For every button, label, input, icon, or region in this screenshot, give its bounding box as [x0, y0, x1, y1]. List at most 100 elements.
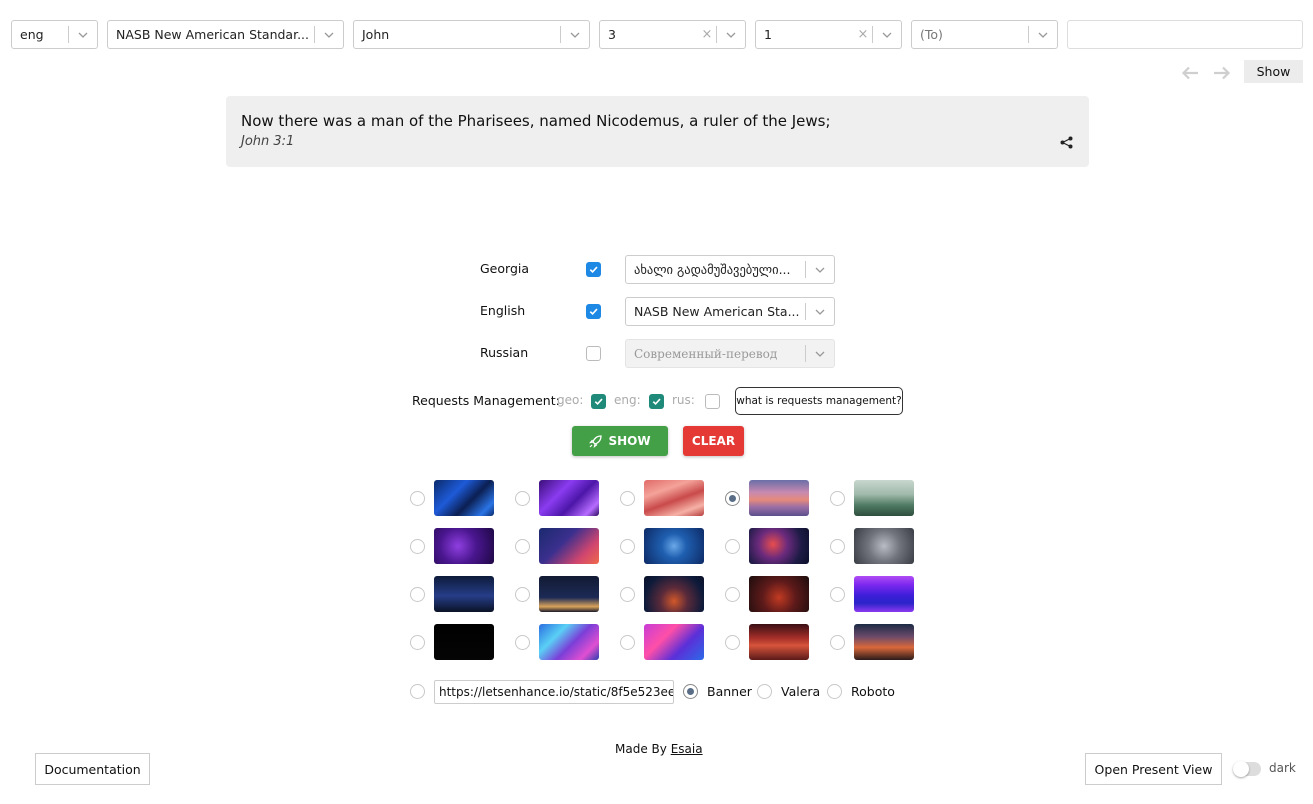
georgia-translation-value: ახალი გადამუშავებული... — [634, 262, 791, 277]
chevron-down-icon[interactable] — [561, 21, 589, 48]
geo-request-checkbox[interactable] — [591, 394, 606, 409]
chevron-down-icon[interactable] — [315, 21, 343, 48]
background-thumbnail[interactable] — [539, 624, 599, 660]
chevron-down-icon[interactable] — [806, 256, 834, 283]
chapter-value: 3 — [608, 27, 616, 42]
background-radio[interactable] — [410, 539, 425, 554]
background-thumbnail[interactable] — [749, 480, 809, 516]
background-thumbnail[interactable] — [539, 480, 599, 516]
show-button[interactable]: Show — [1244, 60, 1303, 83]
verse-select[interactable]: 1 × — [755, 20, 902, 49]
language-label-russian: Russian — [480, 345, 529, 360]
show-verses-button[interactable]: SHOW — [572, 426, 668, 456]
background-thumbnail[interactable] — [434, 624, 494, 660]
clear-button[interactable]: CLEAR — [683, 426, 744, 456]
english-translation-select[interactable]: NASB New American Sta... — [625, 297, 835, 326]
background-radio[interactable] — [515, 587, 530, 602]
background-thumbnail[interactable] — [749, 528, 809, 564]
chevron-down-icon[interactable] — [873, 21, 901, 48]
background-radio[interactable] — [725, 635, 740, 650]
background-thumbnail[interactable] — [854, 528, 914, 564]
author-link[interactable]: Esaia — [671, 742, 703, 756]
font-radio-banner[interactable] — [683, 684, 698, 699]
background-radio[interactable] — [515, 539, 530, 554]
font-radio-roboto[interactable] — [827, 684, 842, 699]
custom-background-radio[interactable] — [410, 684, 425, 699]
background-thumbnail[interactable] — [854, 624, 914, 660]
to-verse-select[interactable]: (To) — [911, 20, 1058, 49]
verse-range-input[interactable] — [1067, 20, 1303, 49]
background-thumbnail[interactable] — [854, 480, 914, 516]
background-thumbnail[interactable] — [854, 576, 914, 612]
background-radio[interactable] — [725, 587, 740, 602]
rus-request-checkbox[interactable] — [705, 394, 720, 409]
background-radio[interactable] — [515, 635, 530, 650]
background-radio[interactable] — [830, 635, 845, 650]
requests-help-button[interactable]: what is requests management? — [735, 387, 903, 415]
background-radio[interactable] — [620, 491, 635, 506]
chevron-down-icon — [806, 340, 834, 367]
made-by-text: Made By — [615, 742, 667, 756]
verse-display: Now there was a man of the Pharisees, na… — [226, 96, 1089, 167]
language-label-english: English — [480, 303, 526, 318]
chevron-down-icon[interactable] — [69, 21, 97, 48]
verse-reference: John 3:1 — [241, 134, 295, 149]
verse-text: Now there was a man of the Pharisees, na… — [241, 112, 831, 130]
next-arrow-icon[interactable] — [1211, 64, 1233, 82]
english-checkbox[interactable] — [586, 304, 601, 319]
book-select[interactable]: John — [353, 20, 590, 49]
chevron-down-icon[interactable] — [717, 21, 745, 48]
dark-mode-label: dark — [1269, 761, 1296, 775]
background-thumbnail[interactable] — [434, 480, 494, 516]
georgia-translation-select[interactable]: ახალი გადამუშავებული... — [625, 255, 835, 284]
background-thumbnail[interactable] — [644, 624, 704, 660]
dark-mode-toggle[interactable] — [1233, 761, 1261, 777]
language-select[interactable]: eng — [11, 20, 98, 49]
background-radio[interactable] — [515, 491, 530, 506]
background-thumbnail[interactable] — [434, 576, 494, 612]
font-label-roboto: Roboto — [851, 684, 895, 699]
previous-arrow-icon[interactable] — [1179, 64, 1201, 82]
background-thumbnail[interactable] — [644, 480, 704, 516]
background-radio[interactable] — [410, 635, 425, 650]
background-thumbnail[interactable] — [644, 528, 704, 564]
font-radio-valera[interactable] — [757, 684, 772, 699]
eng-label: eng: — [614, 393, 641, 407]
background-radio[interactable] — [620, 635, 635, 650]
background-thumbnail[interactable] — [539, 576, 599, 612]
russian-translation-select: Современный-перевод — [625, 339, 835, 368]
chapter-select[interactable]: 3 × — [599, 20, 746, 49]
background-thumbnail[interactable] — [644, 576, 704, 612]
check-icon — [651, 396, 662, 407]
open-present-view-button[interactable]: Open Present View — [1085, 753, 1222, 785]
eng-request-checkbox[interactable] — [649, 394, 664, 409]
chevron-down-icon[interactable] — [806, 298, 834, 325]
font-label-banner: Banner — [707, 684, 752, 699]
chevron-down-icon[interactable] — [1029, 21, 1057, 48]
background-thumbnail[interactable] — [749, 576, 809, 612]
background-radio[interactable] — [410, 491, 425, 506]
background-thumbnail[interactable] — [749, 624, 809, 660]
share-icon[interactable] — [1060, 136, 1073, 149]
background-radio[interactable] — [620, 539, 635, 554]
background-thumbnail[interactable] — [539, 528, 599, 564]
background-radio[interactable] — [620, 587, 635, 602]
background-radio[interactable] — [830, 491, 845, 506]
clear-icon[interactable]: × — [698, 27, 716, 42]
requests-management-label: Requests Management: — [412, 393, 560, 408]
geo-label: geo: — [557, 393, 584, 407]
translation-select[interactable]: NASB New American Standar... — [107, 20, 344, 49]
background-radio[interactable] — [725, 539, 740, 554]
rus-label: rus: — [672, 393, 695, 407]
clear-icon[interactable]: × — [854, 27, 872, 42]
documentation-button[interactable]: Documentation — [35, 753, 150, 785]
custom-background-url-input[interactable]: https://letsenhance.io/static/8f5e523ee — [434, 680, 674, 704]
background-radio[interactable] — [830, 539, 845, 554]
background-radio[interactable] — [725, 491, 740, 506]
background-radio[interactable] — [410, 587, 425, 602]
background-thumbnail[interactable] — [434, 528, 494, 564]
background-radio[interactable] — [830, 587, 845, 602]
russian-checkbox[interactable] — [586, 346, 601, 361]
georgia-checkbox[interactable] — [586, 262, 601, 277]
made-by-credit: Made By Esaia — [615, 742, 703, 756]
